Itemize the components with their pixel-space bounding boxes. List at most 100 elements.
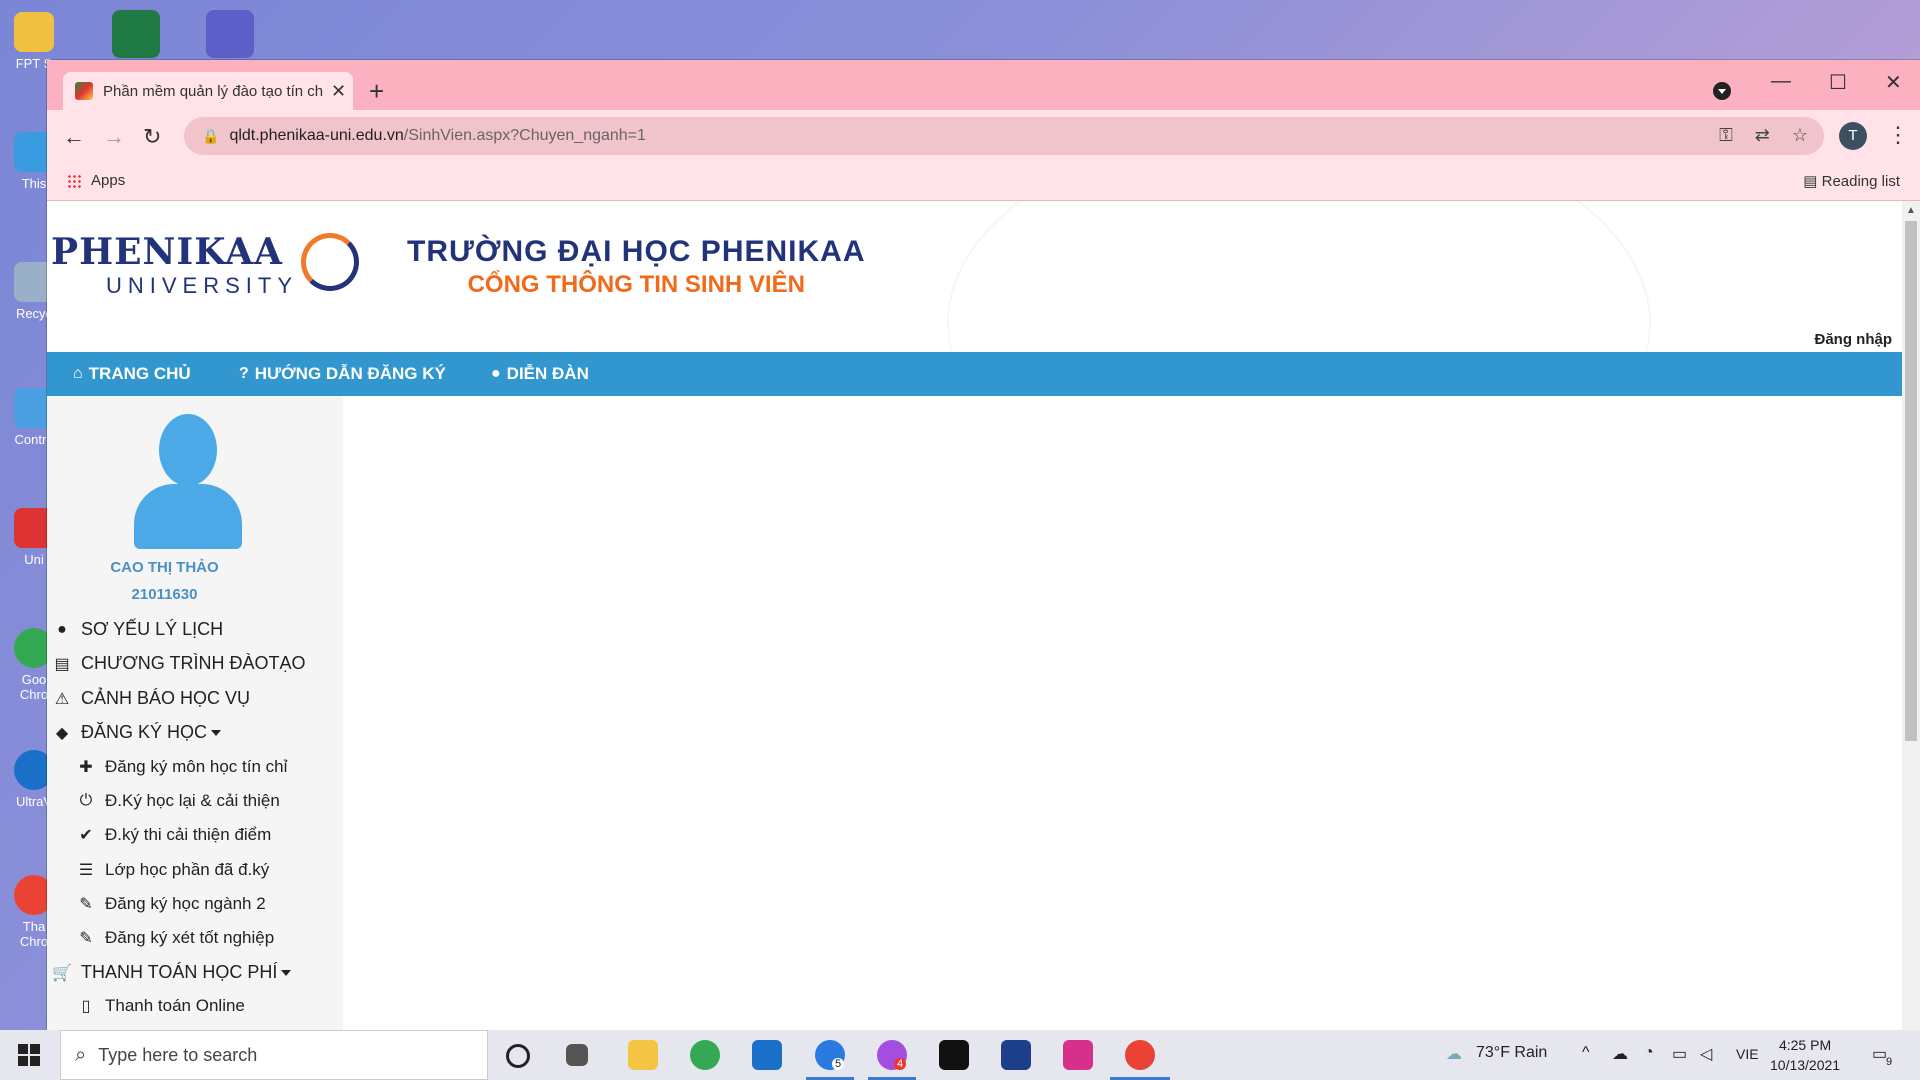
menu-register-credit-label: Đăng ký môn học tín chỉ (105, 757, 288, 776)
folder-icon (14, 12, 54, 52)
nav-home-label: TRANG CHỦ (88, 364, 191, 383)
tiktok-icon[interactable] (939, 1040, 969, 1070)
scroll-up-icon[interactable]: ▲ (1906, 205, 1916, 216)
search-icon: ⌕ (75, 1043, 87, 1066)
menu-warning-label: CẢNH BÁO HỌC VỤ (81, 688, 251, 708)
pencil-icon: ✎ (79, 930, 93, 947)
nav-guide[interactable]: ? HƯỚNG DẪN ĐĂNG KÝ (239, 364, 446, 384)
forward-arrow-icon[interactable]: → (103, 124, 125, 150)
warning-icon: ⚠ (54, 690, 70, 708)
translate-icon[interactable]: ⇄ (1755, 125, 1770, 146)
menu-program-label: CHƯƠNG TRÌNH ĐÀOTẠO (81, 653, 306, 673)
window-close-button[interactable]: ✕ (1885, 70, 1902, 95)
ultraviewer-icon[interactable] (752, 1040, 782, 1070)
portal-name: CỔNG THÔNG TIN SINH VIÊN (467, 271, 805, 298)
logo-subtext: UNIVERSITY (106, 273, 299, 298)
battery-icon[interactable]: ▭ (1672, 1044, 1687, 1064)
notification-count: 9 (1886, 1056, 1893, 1068)
nav-home[interactable]: ⌂ TRANG CHỦ (73, 364, 191, 384)
file-explorer-icon[interactable] (628, 1040, 658, 1070)
minimize-button[interactable]: — (1771, 70, 1791, 93)
user-icon: ● (57, 620, 67, 638)
action-center-icon[interactable]: ▭ (1872, 1044, 1887, 1064)
school-title: TRƯỜNG ĐẠI HỌC PHENIKAA CỔNG THÔNG TIN S… (407, 235, 865, 299)
tab-close-button[interactable]: ✕ (331, 81, 346, 102)
menu-tuition[interactable]: 🛒 THANH TOÁN HỌC PHÍ (51, 962, 292, 983)
chrome-profile-icon[interactable] (1125, 1040, 1155, 1070)
menu-program[interactable]: ▤ CHƯƠNG TRÌNH ĐÀOTẠO (51, 653, 305, 674)
check-icon: ✔ (79, 827, 93, 844)
tab-search-icon[interactable] (1713, 82, 1731, 100)
reload-icon[interactable]: ↻ (143, 124, 161, 150)
chrome-icon[interactable] (690, 1040, 720, 1070)
cortana-icon[interactable] (506, 1044, 530, 1068)
browser-tab[interactable]: Phần mềm quản lý đào tạo tín chỉ ✕ (63, 72, 353, 110)
menu-relearn[interactable]: ⏻ Đ.Ký học lại & cải thiện (75, 791, 280, 811)
bookmark-star-icon[interactable]: ☆ (1792, 125, 1808, 146)
login-link[interactable]: Đăng nhập (1815, 331, 1893, 348)
menu-profile[interactable]: ● SƠ YẾU LÝ LỊCH (51, 619, 223, 640)
chevron-up-icon[interactable]: ^ (1582, 1044, 1590, 1062)
pencil-icon: ✎ (79, 896, 93, 913)
avatar-body (134, 484, 242, 549)
menu-warning[interactable]: ⚠ CẢNH BÁO HỌC VỤ (51, 688, 250, 709)
nav-forum-label: DIỄN ĐÀN (506, 364, 589, 383)
nav-forum[interactable]: ● DIỄN ĐÀN (491, 364, 589, 384)
menu-register[interactable]: ◆ ĐĂNG KÝ HỌC (51, 722, 222, 743)
menu-exam-improve-label: Đ.ký thi cải thiện điểm (105, 825, 272, 844)
menu-graduation[interactable]: ✎ Đăng ký xét tốt nghiệp (75, 928, 274, 948)
menu-register-credit[interactable]: ✚ Đăng ký môn học tín chỉ (75, 757, 287, 777)
more-menu-icon[interactable]: ⋮ (1887, 122, 1909, 148)
teams-icon[interactable] (206, 10, 254, 58)
bookmarks-bar: Apps ▤ Reading list (47, 164, 1920, 201)
key-icon[interactable]: ⚿ (1719, 125, 1733, 146)
list-icon: ☰ (78, 862, 94, 879)
wifi-icon[interactable]: ◔ (1644, 1044, 1654, 1062)
menu-exam-improve[interactable]: ✔ Đ.ký thi cải thiện điểm (75, 825, 271, 845)
weather-text[interactable]: 73°F Rain (1476, 1044, 1547, 1062)
desktop-icon-label: This (21, 176, 47, 191)
university-logo[interactable]: PHENIKAA UNIVERSITY (51, 231, 359, 299)
taskbar-clock[interactable]: 4:25 PM 10/13/2021 (1770, 1035, 1840, 1075)
task-view-icon[interactable] (566, 1044, 588, 1066)
caret-down-icon (211, 729, 222, 736)
menu-registered-classes-label: Lớp học phần đã đ.ký (105, 860, 270, 879)
windows-start-icon[interactable] (18, 1044, 40, 1066)
page-scrollbar[interactable]: ▲ (1902, 201, 1920, 1030)
tab-strip: Phần mềm quản lý đào tạo tín chỉ ✕ + — ☐… (47, 60, 1920, 110)
maximize-button[interactable]: ☐ (1829, 70, 1847, 95)
excel-icon[interactable] (112, 10, 160, 58)
clock-time: 4:25 PM (1778, 1037, 1832, 1053)
cart-icon: 🛒 (52, 964, 72, 982)
onedrive-icon[interactable]: ☁ (1612, 1044, 1628, 1064)
back-arrow-icon[interactable]: ← (63, 124, 85, 150)
main-navbar: ⌂ TRANG CHỦ ? HƯỚNG DẪN ĐĂNG KÝ ● DIỄN Đ… (47, 352, 1902, 396)
scrollbar-thumb[interactable] (1905, 221, 1917, 741)
menu-pay-online[interactable]: ▯ Thanh toán Online (75, 996, 245, 1016)
caret-down-icon (281, 969, 292, 976)
address-bar[interactable]: 🔒 qldt.phenikaa-uni.edu.vn/SinhVien.aspx… (184, 117, 1824, 155)
new-tab-button[interactable]: + (369, 78, 384, 104)
instagram-icon[interactable] (1063, 1040, 1093, 1070)
site-header: PHENIKAA UNIVERSITY TRƯỜNG ĐẠI HỌC PHENI… (47, 201, 1902, 525)
profile-avatar-button[interactable]: T (1839, 122, 1867, 150)
weather-icon[interactable]: ☁ (1446, 1044, 1462, 1064)
desktop-icon-label: Uni (24, 552, 44, 567)
reading-list-button[interactable]: ▤ Reading list (1803, 172, 1900, 190)
menu-second-major[interactable]: ✎ Đăng ký học ngành 2 (75, 894, 265, 914)
menu-registered-classes[interactable]: ☰ Lớp học phần đã đ.ký (75, 860, 269, 880)
clock-date: 10/13/2021 (1770, 1057, 1841, 1073)
language-indicator[interactable]: VIE (1736, 1046, 1759, 1062)
apps-bookmark[interactable]: Apps (67, 172, 125, 189)
browser-toolbar: ← → ↻ 🔒 qldt.phenikaa-uni.edu.vn/SinhVie… (47, 110, 1920, 164)
logo-wordmark: PHENIKAA (51, 231, 283, 273)
taskbar-search-box[interactable]: ⌕ Type here to search (60, 1030, 488, 1080)
url-host: qldt.phenikaa-uni.edu.vn (229, 127, 404, 144)
zalo-icon[interactable] (1001, 1040, 1031, 1070)
list-icon: ▤ (54, 655, 70, 673)
lock-icon[interactable]: 🔒 (202, 128, 219, 145)
student-sidebar: CAO THỊ THẢO 21011630 ● SƠ YẾU LÝ LỊCH ▤… (47, 396, 343, 1030)
home-icon: ⌂ (73, 365, 83, 382)
plus-icon: ✚ (79, 759, 93, 776)
volume-icon[interactable]: ◁ (1700, 1044, 1712, 1064)
